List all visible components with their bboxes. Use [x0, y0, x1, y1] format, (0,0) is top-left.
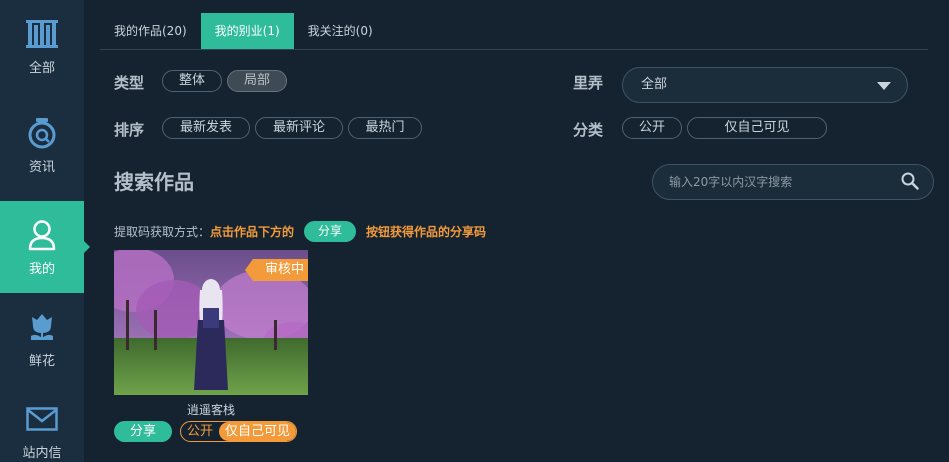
sidebar-item-label: 站内信: [22, 445, 62, 461]
chevron-down-icon: [877, 82, 891, 90]
sidebar-item-label: 资讯: [28, 159, 55, 175]
search-section-title: 搜索作品: [114, 170, 194, 194]
tab-following[interactable]: 我关注的(0): [294, 13, 387, 49]
tab-my-works[interactable]: 我的作品(20): [100, 13, 201, 49]
type-option-partial[interactable]: 局部: [227, 70, 287, 92]
search-input[interactable]: [653, 165, 893, 199]
share-button[interactable]: 分享: [114, 421, 172, 442]
sidebar-item-label: 鲜花: [28, 353, 55, 369]
lane-select[interactable]: 全部: [622, 67, 908, 103]
user-icon: [25, 218, 59, 252]
mail-icon: [25, 402, 59, 436]
share-code-tip: 提取码获取方式： 点击作品下方的 分享 按钮获得作品的分享码: [114, 220, 486, 242]
tip-highlight-2: 按钮获得作品的分享码: [366, 224, 487, 239]
sidebar-item-inbox[interactable]: 站内信: [0, 385, 84, 462]
type-label: 类型: [114, 74, 145, 92]
category-option-public[interactable]: 公开: [622, 117, 682, 139]
sort-label: 排序: [114, 121, 145, 139]
work-title: 逍遥客栈: [186, 403, 235, 417]
sort-option-latest-comment[interactable]: 最新评论: [255, 117, 343, 139]
news-icon: [25, 116, 59, 150]
work-card: 审核中 逍遥客栈 分享 公开 仅自己可见: [114, 250, 308, 445]
tab-bar: 我的作品(20) 我的别业(1) 我关注的(0): [100, 13, 928, 50]
sidebar: 全部 资讯 我的 鲜花 站内信: [0, 0, 90, 462]
search-box: [652, 164, 934, 200]
flower-icon: [25, 310, 59, 344]
tip-highlight-1: 点击作品下方的: [210, 224, 295, 239]
sort-option-newest[interactable]: 最新发表: [162, 117, 250, 139]
search-icon[interactable]: [901, 172, 919, 194]
work-actions: 分享 公开 仅自己可见: [114, 421, 308, 445]
work-thumbnail[interactable]: 审核中: [114, 250, 308, 395]
main-content: 我的作品(20) 我的别业(1) 我关注的(0) 类型 整体 局部 排序 最新发…: [84, 0, 949, 462]
tab-my-villas[interactable]: 我的别业(1): [200, 13, 294, 49]
sidebar-item-label: 我的: [28, 261, 55, 277]
visibility-private-button[interactable]: 仅自己可见: [219, 422, 297, 441]
lane-select-value: 全部: [641, 77, 668, 92]
sidebar-item-flowers[interactable]: 鲜花: [0, 293, 84, 385]
category-option-private[interactable]: 仅自己可见: [687, 117, 827, 139]
visibility-public-button[interactable]: 公开: [181, 422, 219, 441]
tip-share-badge: 分享: [304, 220, 357, 242]
sidebar-item-all[interactable]: 全部: [0, 0, 84, 92]
review-status-badge: 审核中: [244, 259, 308, 281]
category-label: 分类: [573, 121, 604, 139]
sort-option-hottest[interactable]: 最热门: [348, 117, 422, 139]
bookshelf-icon: [25, 17, 59, 51]
type-option-whole[interactable]: 整体: [162, 70, 222, 92]
lane-label: 里弄: [573, 74, 604, 92]
sidebar-item-news[interactable]: 资讯: [0, 99, 84, 191]
sidebar-item-label: 全部: [28, 60, 55, 76]
tip-prefix: 提取码获取方式：: [114, 224, 211, 239]
sidebar-item-mine[interactable]: 我的: [0, 201, 90, 293]
visibility-toggle: 公开 仅自己可见: [180, 421, 298, 442]
